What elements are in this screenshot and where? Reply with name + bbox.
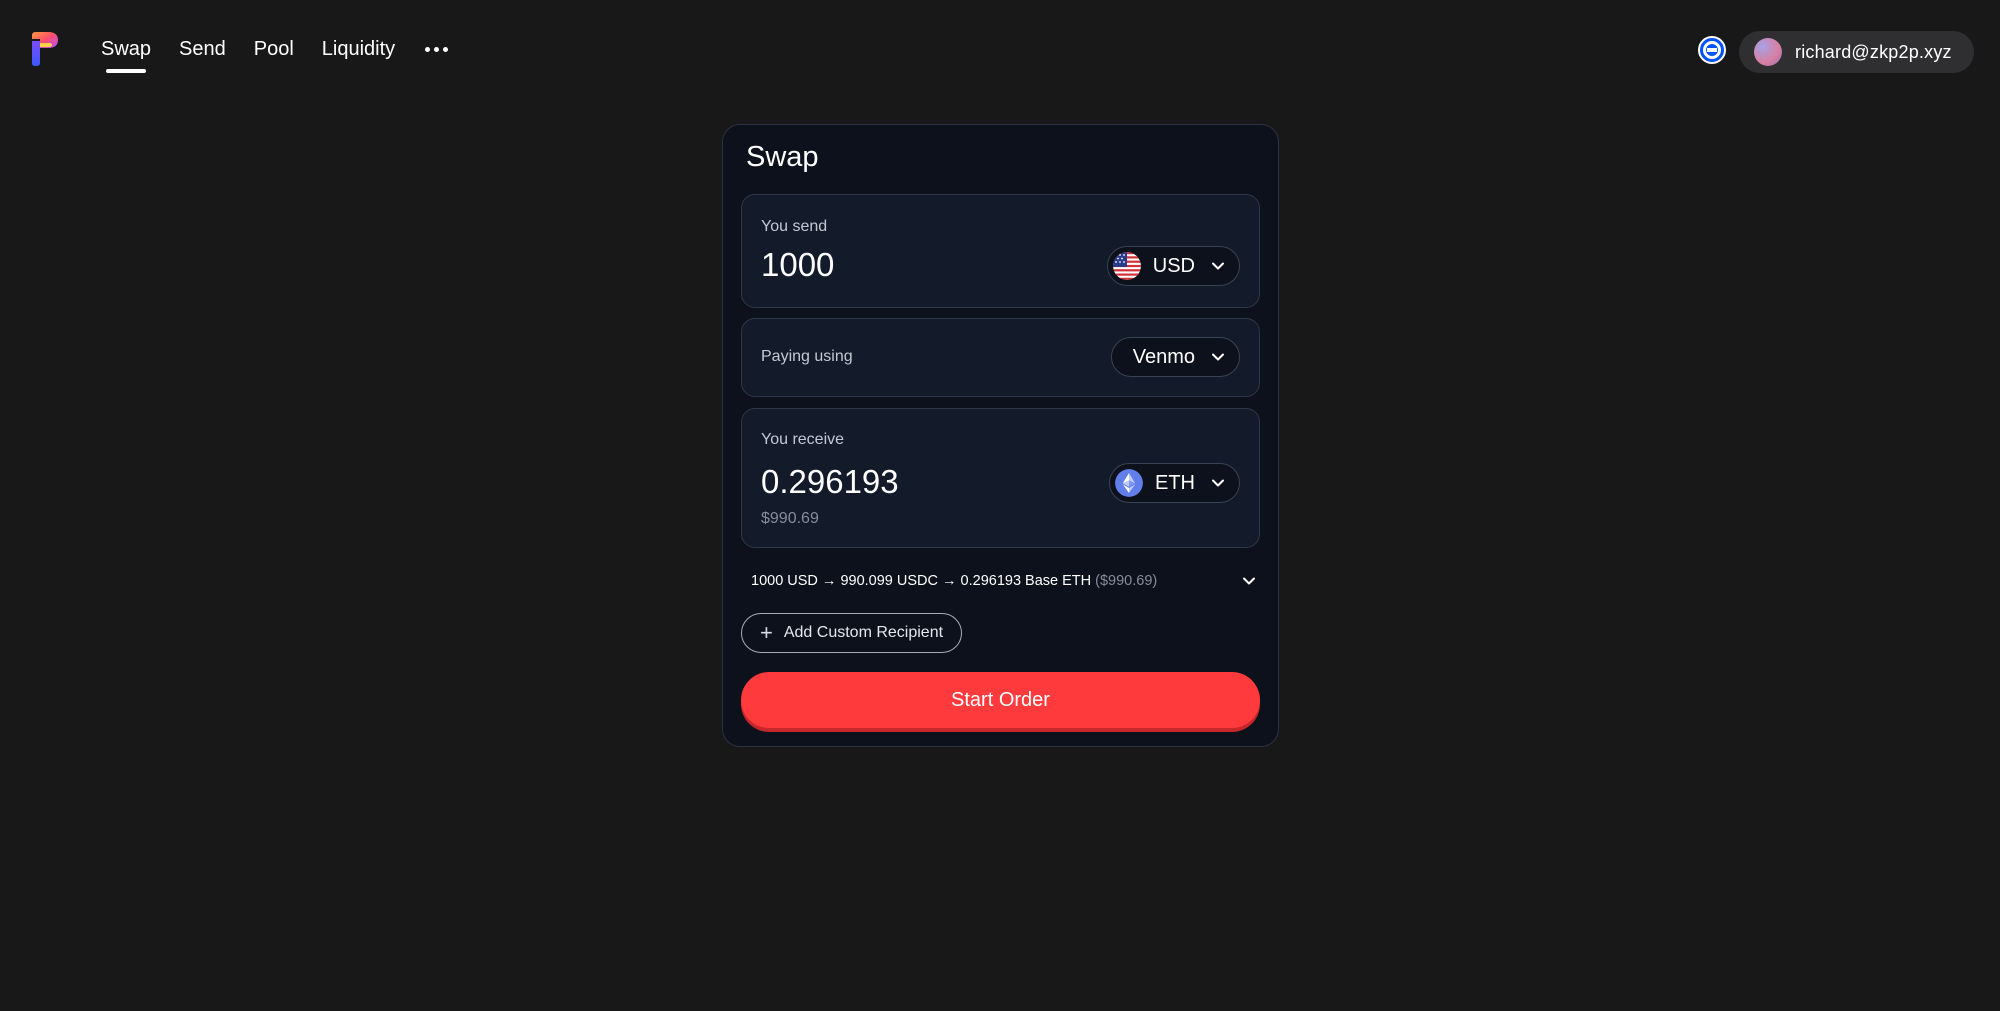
top-bar: Swap Send Pool Liquidity richard@zkp2p.x… xyxy=(0,0,2000,100)
account-button[interactable]: richard@zkp2p.xyz xyxy=(1739,31,1974,73)
nav-send[interactable]: Send xyxy=(179,36,226,62)
payment-method-selector[interactable]: Venmo xyxy=(1110,337,1240,377)
swap-card: Swap You send 1000 USD Paying using Venm… xyxy=(722,124,1279,747)
chevron-down-icon xyxy=(1212,353,1224,361)
us-flag-icon xyxy=(1112,252,1141,280)
avatar xyxy=(1754,38,1782,66)
payment-method-label: Venmo xyxy=(1132,345,1195,368)
main-nav: Swap Send Pool Liquidity xyxy=(101,36,449,73)
receive-usd-value: $990.69 xyxy=(761,510,819,527)
more-horizontal-icon[interactable] xyxy=(425,36,449,62)
start-order-label: Start Order xyxy=(951,688,1050,711)
route-usd-value: ($990.69) xyxy=(1095,573,1158,589)
account-email: richard@zkp2p.xyz xyxy=(1795,41,1952,62)
start-order-button[interactable]: Start Order xyxy=(741,672,1260,728)
chevron-down-icon xyxy=(1212,479,1224,487)
nav-swap[interactable]: Swap xyxy=(101,36,151,73)
route-text: 1000 USD → 990.099 USDC → 0.296193 Base … xyxy=(751,573,1092,589)
receive-amount: 0.296193 xyxy=(761,463,899,500)
receive-panel: You receive 0.296193 $990.69 ETH xyxy=(741,408,1260,548)
app-logo[interactable] xyxy=(30,31,60,67)
page-title: Swap xyxy=(746,141,819,173)
chevron-down-icon xyxy=(1212,262,1224,270)
payment-label: Paying using xyxy=(761,348,853,365)
currency-label: USD xyxy=(1152,254,1195,277)
send-panel: You send 1000 USD xyxy=(741,194,1260,308)
chevron-down-icon[interactable] xyxy=(1242,574,1256,588)
nav-pool[interactable]: Pool xyxy=(254,36,294,62)
send-amount-input[interactable]: 1000 xyxy=(761,246,834,284)
token-selector[interactable]: ETH xyxy=(1109,463,1240,503)
token-label: ETH xyxy=(1155,471,1195,494)
plus-icon: + xyxy=(760,620,773,645)
eth-icon xyxy=(1115,469,1143,497)
base-network-icon[interactable] xyxy=(1698,36,1726,64)
add-recipient-label: Add Custom Recipient xyxy=(783,624,944,641)
add-recipient-button[interactable]: + Add Custom Recipient xyxy=(741,613,962,653)
nav-liquidity[interactable]: Liquidity xyxy=(322,36,395,62)
receive-label: You receive xyxy=(761,431,845,448)
currency-selector[interactable]: USD xyxy=(1106,246,1240,286)
send-label: You send xyxy=(761,218,828,235)
payment-panel: Paying using Venmo xyxy=(741,318,1260,397)
route-summary[interactable]: 1000 USD → 990.099 USDC → 0.296193 Base … xyxy=(751,569,1262,593)
